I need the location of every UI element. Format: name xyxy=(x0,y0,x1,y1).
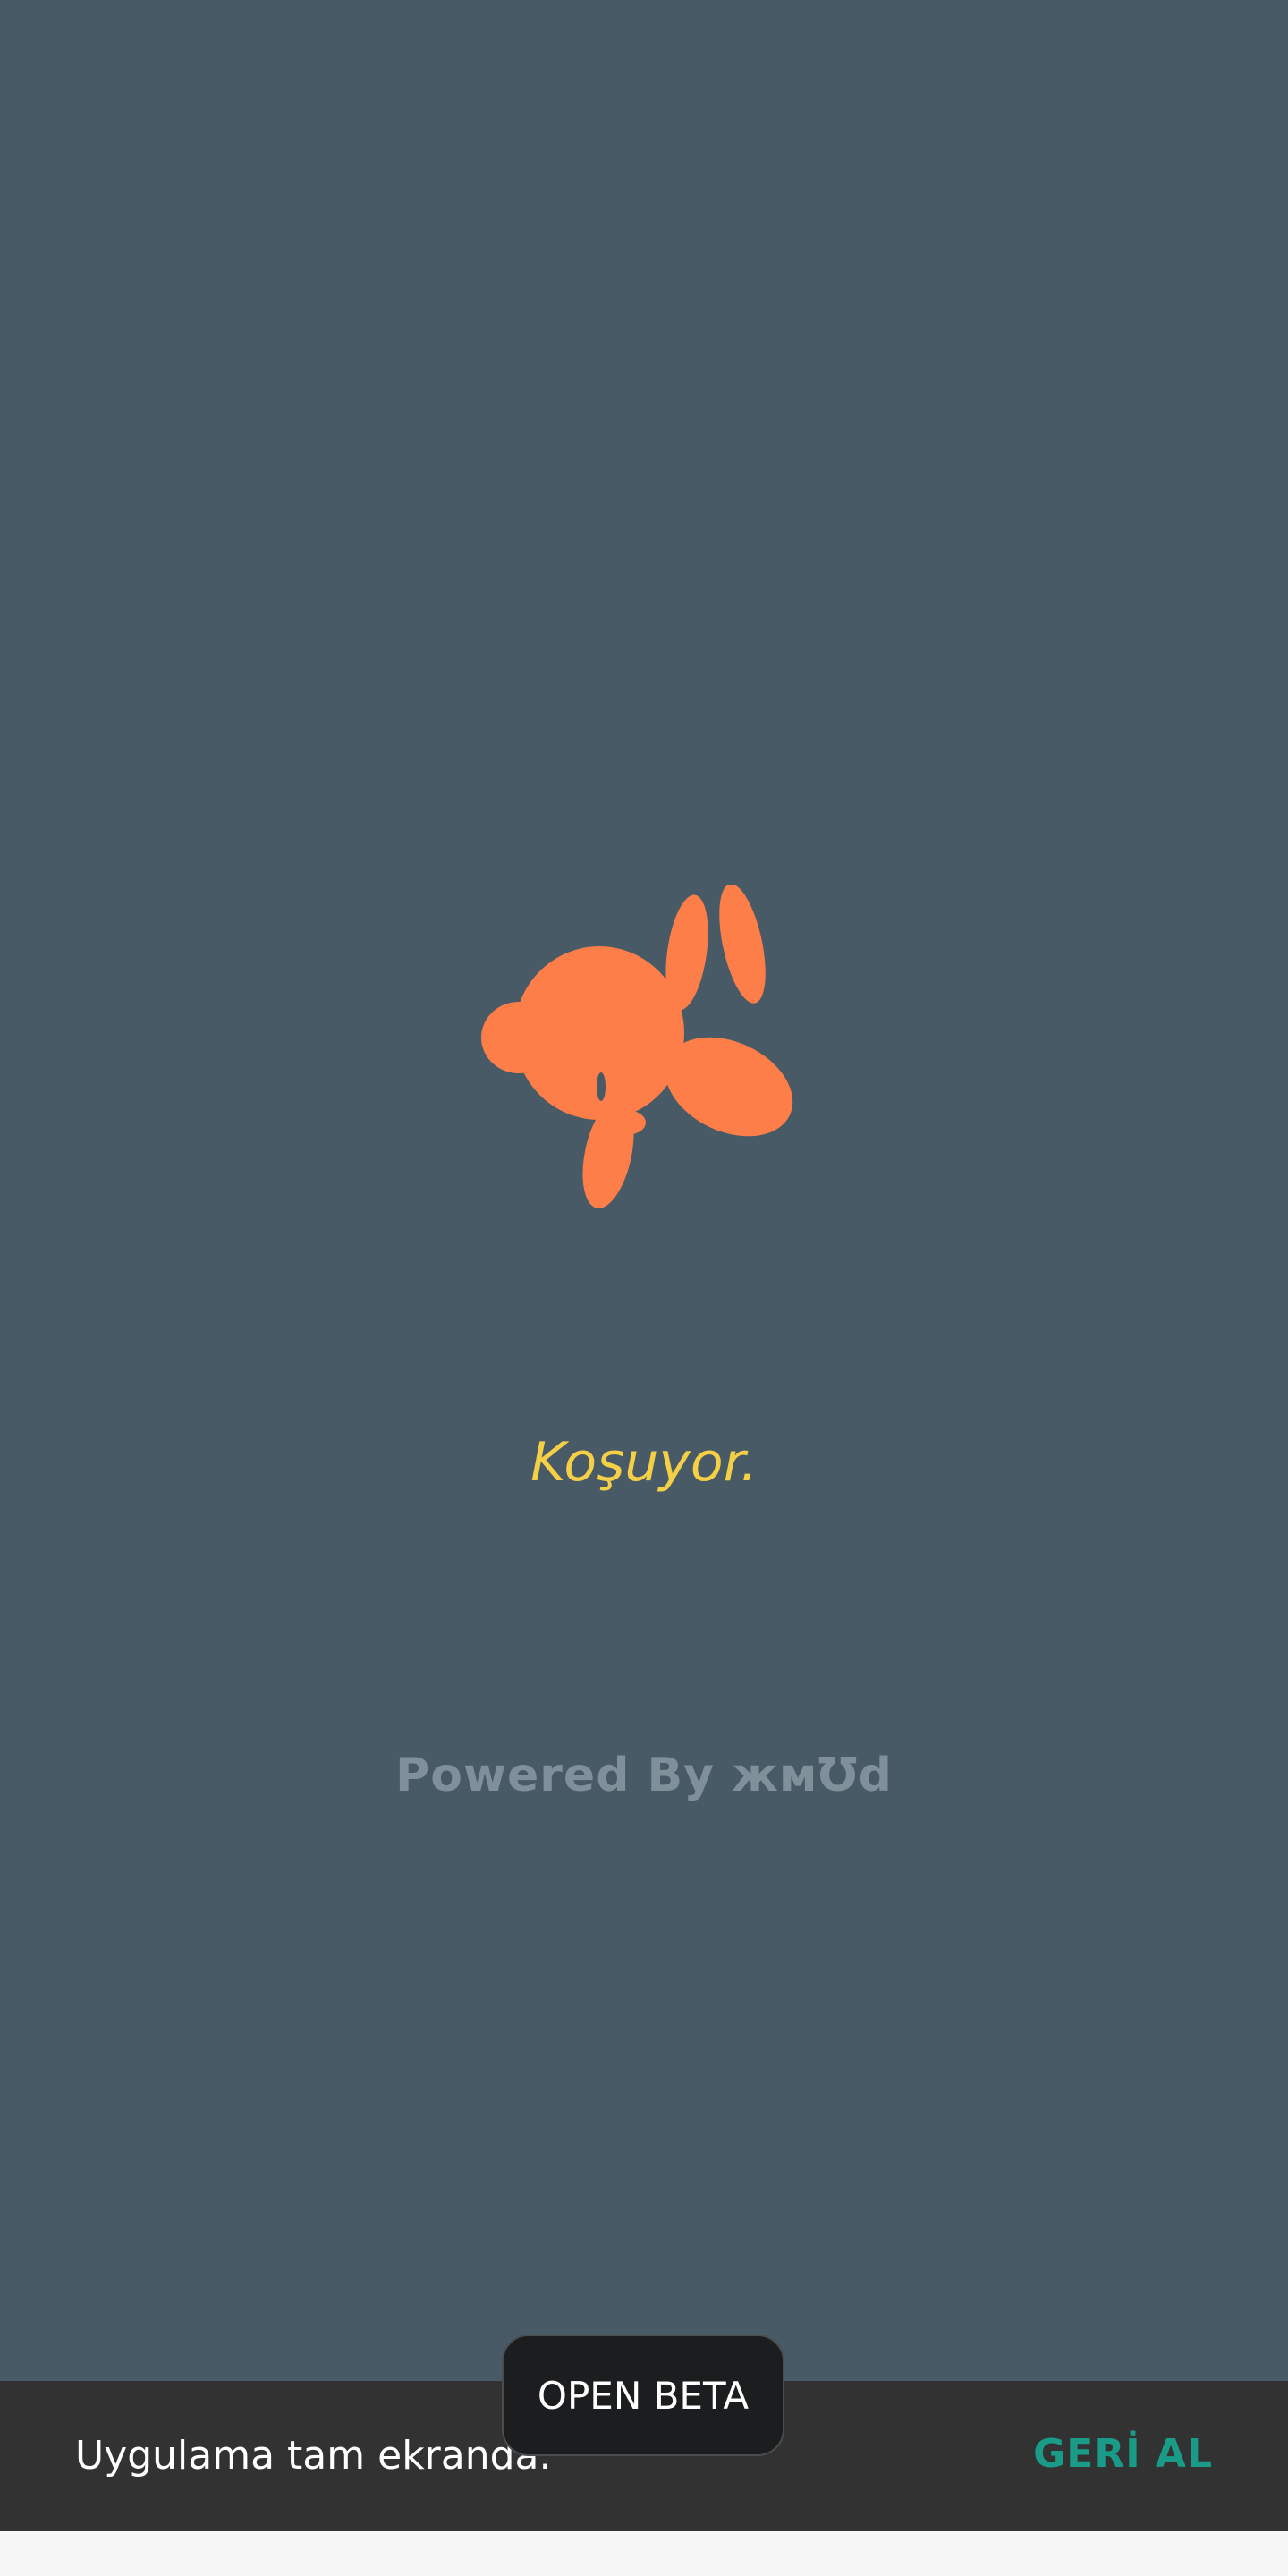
open-beta-badge: OPEN BETA xyxy=(502,2334,784,2456)
snackbar-message: Uygulama tam ekranda. xyxy=(75,2433,552,2479)
rabbit-icon xyxy=(481,886,793,1208)
powered-by-label: Powered By жмƱd xyxy=(395,1749,893,1802)
splash-screen: Koşuyor. Powered By жмƱd Uygulama tam ek… xyxy=(0,0,1288,2576)
loading-status: Koşuyor. xyxy=(530,1431,758,1494)
navigation-bar xyxy=(0,2531,1288,2576)
undo-button[interactable]: GERİ AL xyxy=(1033,2431,1213,2477)
